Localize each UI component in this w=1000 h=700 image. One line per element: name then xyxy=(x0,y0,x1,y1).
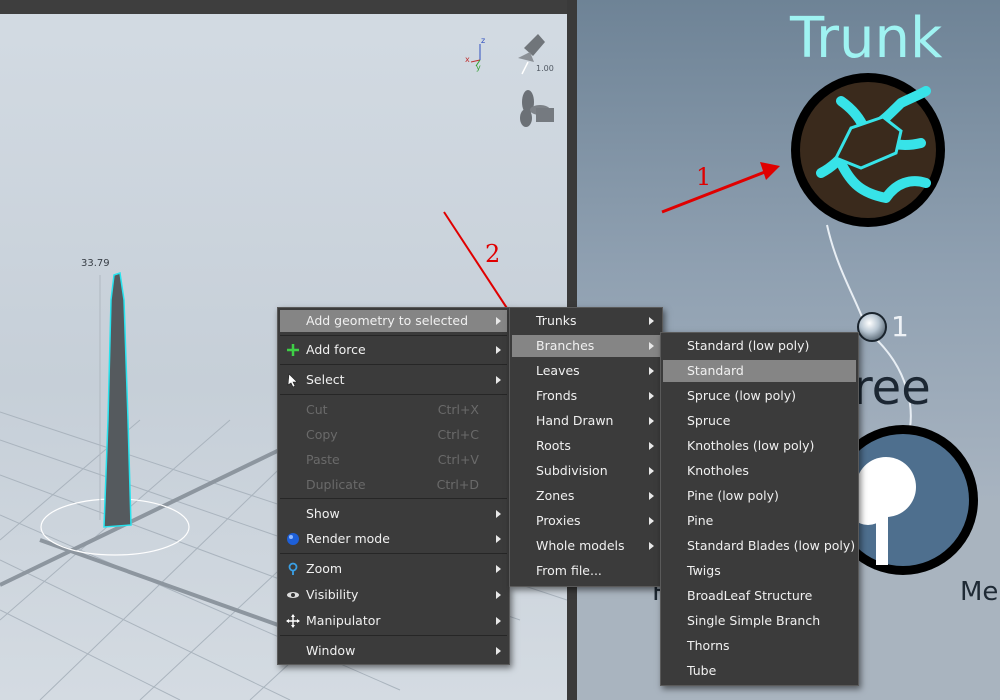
move-icon xyxy=(286,614,300,628)
link-count: 1 xyxy=(891,310,909,343)
menu-item-subdivision[interactable]: Subdivision xyxy=(512,460,660,482)
submenu-arrow-icon xyxy=(649,467,654,475)
trunk-node-title: Trunk xyxy=(790,6,943,71)
geometry-submenu: Trunks Branches Leaves Fronds Hand Drawn… xyxy=(509,307,663,587)
menu-item-show[interactable]: Show xyxy=(280,503,507,525)
menu-item-standard-blades-low-poly[interactable]: Standard Blades (low poly) xyxy=(663,535,856,557)
gizmo-y-label: y xyxy=(476,63,481,72)
menu-item-from-file[interactable]: From file... xyxy=(512,560,660,582)
annotation-1: 1 xyxy=(696,163,712,191)
submenu-arrow-icon xyxy=(649,442,654,450)
submenu-arrow-icon xyxy=(496,346,501,354)
branches-submenu: Standard (low poly) Standard Spruce (low… xyxy=(660,332,859,686)
submenu-arrow-icon xyxy=(496,535,501,543)
menu-item-branches[interactable]: Branches xyxy=(512,335,660,357)
submenu-arrow-icon xyxy=(496,647,501,655)
menu-item-duplicate[interactable]: Duplicate Ctrl+D xyxy=(280,474,507,496)
trunk-mesh xyxy=(103,272,132,528)
menu-item-spruce[interactable]: Spruce xyxy=(663,410,856,432)
sphere-icon xyxy=(287,533,299,545)
cut-label-right: Me xyxy=(960,577,999,607)
menu-separator xyxy=(280,364,507,365)
menu-item-render-mode[interactable]: Render mode xyxy=(280,528,507,550)
menu-item-select[interactable]: Select xyxy=(280,369,507,391)
submenu-arrow-icon xyxy=(649,317,654,325)
submenu-arrow-icon xyxy=(496,591,501,599)
submenu-arrow-icon xyxy=(649,367,654,375)
height-value-label: 33.79 xyxy=(81,258,110,269)
menu-item-copy[interactable]: Copy Ctrl+C xyxy=(280,424,507,446)
menu-separator xyxy=(280,553,507,554)
menu-item-standard[interactable]: Standard xyxy=(663,360,856,382)
menu-item-paste[interactable]: Paste Ctrl+V xyxy=(280,449,507,471)
menu-item-visibility[interactable]: Visibility xyxy=(280,584,507,606)
menu-item-fronds[interactable]: Fronds xyxy=(512,385,660,407)
menu-item-zones[interactable]: Zones xyxy=(512,485,660,507)
submenu-arrow-icon xyxy=(496,617,501,625)
trunk-node-icon xyxy=(800,82,936,218)
menu-item-add-geometry[interactable]: Add geometry to selected xyxy=(280,310,507,332)
eye-icon xyxy=(287,592,299,598)
tree-node-title: ree xyxy=(853,360,931,416)
menu-item-spruce-low-poly[interactable]: Spruce (low poly) xyxy=(663,385,856,407)
menu-item-knotholes-low-poly[interactable]: Knotholes (low poly) xyxy=(663,435,856,457)
cursor-icon xyxy=(287,373,298,388)
context-menu: Add geometry to selected Add force Selec… xyxy=(277,307,510,665)
menu-item-leaves[interactable]: Leaves xyxy=(512,360,660,382)
menu-separator xyxy=(280,635,507,636)
menu-item-window[interactable]: Window xyxy=(280,640,507,662)
menu-item-whole-models[interactable]: Whole models xyxy=(512,535,660,557)
menu-item-broadleaf-structure[interactable]: BroadLeaf Structure xyxy=(663,585,856,607)
menu-item-manipulator[interactable]: Manipulator xyxy=(280,610,507,632)
menu-item-tube[interactable]: Tube xyxy=(663,660,856,682)
menu-separator xyxy=(280,498,507,499)
menu-item-pine-low-poly[interactable]: Pine (low poly) xyxy=(663,485,856,507)
menu-item-standard-low-poly[interactable]: Standard (low poly) xyxy=(663,335,856,357)
submenu-arrow-icon xyxy=(496,565,501,573)
menu-item-zoom[interactable]: Zoom xyxy=(280,558,507,580)
submenu-arrow-icon xyxy=(496,376,501,384)
menu-item-pine[interactable]: Pine xyxy=(663,510,856,532)
menu-separator xyxy=(280,335,507,336)
menu-item-single-simple-branch[interactable]: Single Simple Branch xyxy=(663,610,856,632)
gizmo-z-label: z xyxy=(481,36,486,45)
zoom-readout: 1.00 xyxy=(536,64,554,73)
menu-item-trunks[interactable]: Trunks xyxy=(512,310,660,332)
submenu-arrow-icon xyxy=(649,417,654,425)
menu-item-knotholes[interactable]: Knotholes xyxy=(663,460,856,482)
menu-item-thorns[interactable]: Thorns xyxy=(663,635,856,657)
annotation-2: 2 xyxy=(485,240,501,268)
trunk-node[interactable] xyxy=(791,73,945,227)
orbit-propeller-icon xyxy=(520,90,554,127)
menu-item-add-force[interactable]: Add force xyxy=(280,339,507,361)
submenu-arrow-icon xyxy=(649,542,654,550)
menu-item-twigs[interactable]: Twigs xyxy=(663,560,856,582)
gizmo-x-label: x xyxy=(465,55,470,64)
magnifier-icon xyxy=(288,562,298,575)
menu-item-roots[interactable]: Roots xyxy=(512,435,660,457)
submenu-arrow-icon xyxy=(649,492,654,500)
submenu-arrow-icon xyxy=(496,510,501,518)
submenu-arrow-icon xyxy=(649,342,654,350)
menu-separator xyxy=(280,394,507,395)
submenu-arrow-icon xyxy=(649,517,654,525)
plus-icon xyxy=(287,344,299,356)
menu-item-hand-drawn[interactable]: Hand Drawn xyxy=(512,410,660,432)
submenu-arrow-icon xyxy=(649,392,654,400)
menu-item-cut[interactable]: Cut Ctrl+X xyxy=(280,399,507,421)
menu-item-proxies[interactable]: Proxies xyxy=(512,510,660,532)
link-knob[interactable] xyxy=(857,312,887,342)
submenu-arrow-icon xyxy=(496,317,501,325)
